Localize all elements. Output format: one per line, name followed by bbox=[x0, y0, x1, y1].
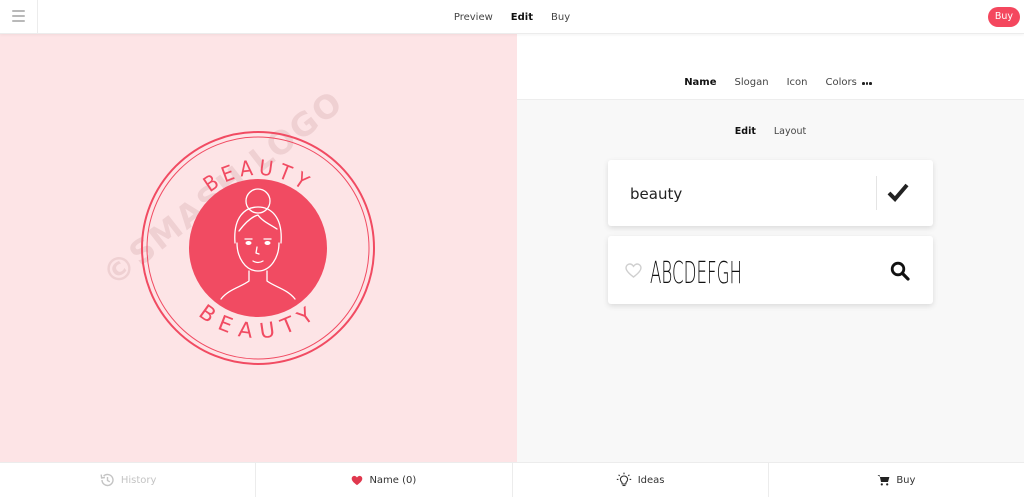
subtabs: Edit Layout bbox=[517, 126, 1024, 137]
font-card: ABCDEFGH bbox=[608, 236, 933, 304]
more-icon[interactable] bbox=[862, 82, 872, 85]
cart-icon bbox=[877, 475, 890, 486]
search-icon[interactable] bbox=[890, 261, 910, 281]
divider bbox=[876, 176, 877, 210]
name-input[interactable] bbox=[630, 182, 866, 206]
history-label: History bbox=[120, 474, 157, 486]
editor-panel: Name Slogan Icon Colors Edit Layout ABCD… bbox=[517, 34, 1024, 462]
saved-names-button[interactable]: Name (0) bbox=[256, 463, 513, 497]
tab-icon[interactable]: Icon bbox=[787, 77, 808, 88]
nav-preview[interactable]: Preview bbox=[454, 12, 493, 23]
buy-bottom-button[interactable]: Buy bbox=[769, 463, 1024, 497]
font-sample-text: ABCDEFGH bbox=[650, 256, 742, 288]
bottom-bar: History Name (0) Ideas Buy bbox=[0, 462, 1024, 497]
ideas-label: Ideas bbox=[637, 474, 665, 486]
editor-tab-bar: Name Slogan Icon Colors bbox=[517, 34, 1024, 100]
heart-icon[interactable] bbox=[625, 263, 642, 278]
name-card bbox=[608, 160, 933, 226]
lightbulb-icon bbox=[616, 472, 631, 487]
logo: BEAUTY BEAUTY bbox=[141, 131, 375, 365]
top-bar: Preview Edit Buy Buy bbox=[0, 0, 1024, 34]
tab-colors[interactable]: Colors bbox=[825, 77, 856, 88]
nav-edit[interactable]: Edit bbox=[511, 12, 533, 23]
buy-button[interactable]: Buy bbox=[987, 7, 1020, 27]
subtab-layout[interactable]: Layout bbox=[774, 126, 806, 137]
history-icon bbox=[100, 473, 114, 487]
ideas-button[interactable]: Ideas bbox=[513, 463, 769, 497]
top-nav: Preview Edit Buy bbox=[0, 0, 1024, 34]
buy-bottom-label: Buy bbox=[896, 474, 916, 486]
logo-preview: ©SMASH LOGO BEAUTY BEAUTY bbox=[0, 34, 517, 462]
check-icon[interactable] bbox=[887, 181, 909, 203]
tab-slogan[interactable]: Slogan bbox=[735, 77, 769, 88]
tab-name[interactable]: Name bbox=[684, 77, 716, 88]
saved-names-label: Name (0) bbox=[369, 474, 417, 486]
history-button[interactable]: History bbox=[0, 463, 257, 497]
heart-filled-icon bbox=[352, 475, 363, 485]
nav-buy[interactable]: Buy bbox=[551, 12, 570, 23]
font-sample[interactable]: ABCDEFGH bbox=[650, 252, 750, 288]
subtab-edit[interactable]: Edit bbox=[735, 126, 756, 137]
